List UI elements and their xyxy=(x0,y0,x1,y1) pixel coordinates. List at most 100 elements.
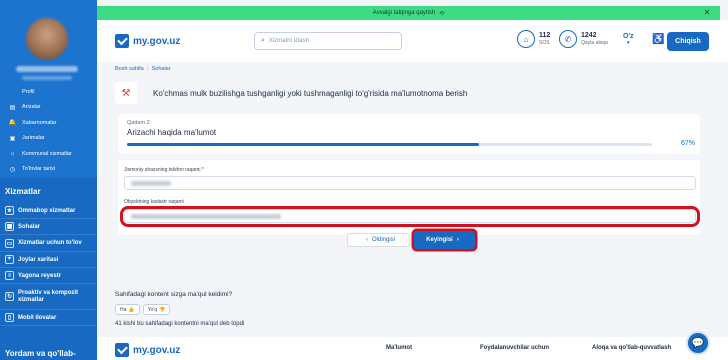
sidebar-item-label: Sohalar xyxy=(18,223,41,230)
avatar[interactable] xyxy=(26,18,68,60)
feedback-yes-button[interactable]: Ha 👍 xyxy=(115,304,140,315)
page-title-row: ⚒ Ko'chmas mulk buzilishga tushganligi y… xyxy=(115,82,467,104)
feedback-count: 41 kishi bu sahifadagi kontentni ma'qul … xyxy=(115,321,245,327)
user-id-blurred xyxy=(22,76,72,80)
breadcrumb: Bosh sahifa › Sohalar xyxy=(115,66,171,72)
progress-percent: 67% xyxy=(680,140,695,147)
breadcrumb-home[interactable]: Bosh sahifa xyxy=(115,66,144,72)
sos-number: 112 xyxy=(539,32,551,39)
sidebar-item-label: Jarimalar xyxy=(22,135,45,142)
building-icon: ⌂ xyxy=(517,30,535,48)
history-icon: ◷ xyxy=(9,166,16,173)
footer-users-heading: Foydalanuvchilar uchun xyxy=(480,345,550,351)
sidebar-item-label: Kommunal xizmatlar xyxy=(22,150,72,157)
footer-logo[interactable]: my.gov.uz xyxy=(115,343,180,357)
sidebar: 👤 Profil ▤ Arizalar 🔔 Xabarnomalar ▣ Jarimal… xyxy=(0,0,97,360)
footer-support-heading: Aloqa va qo'llab-quvvatlash xyxy=(592,345,672,351)
chevron-down-icon: ▾ xyxy=(627,40,630,46)
prev-label: Oldingisi xyxy=(371,237,395,243)
callback-button[interactable]: ✆ 1242 Qayta aloqa xyxy=(559,30,608,48)
language-label: O'z xyxy=(623,33,634,40)
page-title: Ko'chmas mulk buzilishga tushganligi yok… xyxy=(153,88,468,98)
utility-icon: ⌂ xyxy=(10,150,15,157)
cadastre-label: Obyektning kadastr raqami xyxy=(124,199,184,205)
step-name: Arizachi haqida ma'lumot xyxy=(127,128,217,137)
step-card: Qadam 2: Arizachi haqida ma'lumot 67% xyxy=(118,114,700,154)
proactive-icon: ↻ xyxy=(5,292,14,301)
feedback-question: Sahifadagi kontent sizga ma'qul keldimi? xyxy=(115,291,233,298)
map-pin-icon: ⌖ xyxy=(5,255,14,264)
feedback-yes-label: Ha xyxy=(120,306,127,313)
help-section-title: Yordam va qo'llab- xyxy=(5,349,76,358)
sidebar-item-ommabop[interactable]: ★ Ommabop xizmatlar xyxy=(0,203,97,219)
registry-icon: ≡ xyxy=(5,271,14,280)
sidebar-item-tolovlar[interactable]: ◷ To'lovlar tarixi xyxy=(9,162,95,178)
sidebar-item-jarimalar[interactable]: ▣ Jarimalar xyxy=(9,131,95,147)
footer: my.gov.uz Ma'lumot Foydalanuvchilar uchu… xyxy=(97,337,728,360)
user-icon: 👤 xyxy=(8,89,17,96)
language-select[interactable]: O'z ▾ xyxy=(623,33,634,46)
grid-icon: ▦ xyxy=(5,222,14,231)
footer-info-heading: Ma'lumot xyxy=(386,345,413,351)
fine-icon: ▣ xyxy=(9,135,16,142)
feedback-buttons: Ha 👍 Yo'q 👎 xyxy=(115,304,173,315)
user-name-blurred xyxy=(16,66,78,72)
next-button[interactable]: Keyingisi › xyxy=(414,231,475,249)
document-icon: ▤ xyxy=(9,104,16,111)
callback-number: 1242 xyxy=(581,32,597,39)
sidebar-item-sohalar[interactable]: ▦ Sohalar xyxy=(0,219,97,235)
sidebar-item-tolov[interactable]: ▭ Xizmatlar uchun to'lov xyxy=(0,235,97,252)
thumbs-down-icon: 👎 xyxy=(159,306,166,313)
sidebar-item-kommunal[interactable]: ⌂ Kommunal xizmatlar xyxy=(9,146,95,162)
next-label: Keyingisi xyxy=(426,237,453,243)
chat-button[interactable]: 💬 xyxy=(686,331,710,355)
sidebar-item-xabarnomalar[interactable]: 🔔 Xabarnomalar xyxy=(9,115,95,131)
legacy-version-banner[interactable]: Avvalgi talqinga qaytish ⟲ ✕ xyxy=(97,6,720,20)
search-input[interactable]: ⌕ Xizmatni izlash xyxy=(254,32,402,50)
sos-button[interactable]: ⌂ 112 SOS xyxy=(517,30,550,48)
sidebar-item-label: Mobil ilovalar xyxy=(18,314,57,321)
star-icon: ★ xyxy=(5,206,14,215)
breadcrumb-separator: › xyxy=(146,66,149,72)
refresh-icon: ⟲ xyxy=(439,10,445,17)
accessibility-icon[interactable]: ♿ xyxy=(652,34,664,45)
progress-bar xyxy=(127,143,652,146)
progress-fill xyxy=(127,143,479,146)
bell-icon: 🔔 xyxy=(8,120,17,127)
header: my.gov.uz ⌕ Xizmatni izlash ⌂ 112 SOS ✆ 1… xyxy=(97,20,728,62)
feedback-no-button[interactable]: Yo'q 👎 xyxy=(142,304,171,315)
sidebar-item-proaktiv[interactable]: ↻ Proaktiv va kompozit xizmatlar xyxy=(0,284,97,310)
profile-menu: 👤 Profil ▤ Arizalar 🔔 Xabarnomalar ▣ Jarimal… xyxy=(9,84,95,177)
phone-icon: ▯ xyxy=(5,313,14,322)
logo-check-icon xyxy=(115,343,129,357)
phone-label: Jismoniy shaxsning telefon raqami * xyxy=(124,167,204,173)
banner-text: Avvalgi talqinga qaytish xyxy=(372,10,436,16)
logo-check-icon xyxy=(115,34,129,48)
broken-building-icon: ⚒ xyxy=(115,82,137,104)
callback-label: Qayta aloqa xyxy=(581,40,608,46)
phone-field[interactable] xyxy=(124,176,696,190)
logo[interactable]: my.gov.uz xyxy=(115,34,180,48)
sidebar-item-label: Joylar xaritasi xyxy=(18,256,59,263)
card-icon: ▭ xyxy=(5,238,14,248)
sidebar-item-reyestr[interactable]: ≡ Yagona reyestr xyxy=(0,268,97,284)
phone-value-blurred xyxy=(131,181,171,186)
breadcrumb-current[interactable]: Sohalar xyxy=(152,66,171,72)
thumbs-up-icon: 👍 xyxy=(128,306,135,313)
step-number: Qadam 2: xyxy=(127,120,152,126)
sidebar-item-arizalar[interactable]: ▤ Arizalar xyxy=(9,100,95,116)
sos-label: SOS xyxy=(539,40,550,46)
chat-icon: 💬 xyxy=(691,337,705,349)
prev-button[interactable]: ‹ Oldingisi xyxy=(347,233,410,247)
close-icon[interactable]: ✕ xyxy=(702,8,712,18)
sidebar-item-label: Yagona reyestr xyxy=(18,272,62,279)
sidebar-item-label: Xizmatlar uchun to'lov xyxy=(18,240,82,246)
search-icon: ⌕ xyxy=(261,37,265,44)
profile-panel: 👤 Profil ▤ Arizalar 🔔 Xabarnomalar ▣ Jarimal… xyxy=(0,0,97,178)
sidebar-item-label: To'lovlar tarixi xyxy=(22,166,56,173)
sidebar-item-profil[interactable]: 👤 Profil xyxy=(9,84,95,100)
logout-button[interactable]: Chiqish xyxy=(667,32,709,51)
services-list: ★ Ommabop xizmatlar ▦ Sohalar ▭ Xizmatlar u… xyxy=(0,203,97,326)
sidebar-item-xarita[interactable]: ⌖ Joylar xaritasi xyxy=(0,252,97,268)
sidebar-item-mobil[interactable]: ▯ Mobil ilovalar xyxy=(0,310,97,326)
